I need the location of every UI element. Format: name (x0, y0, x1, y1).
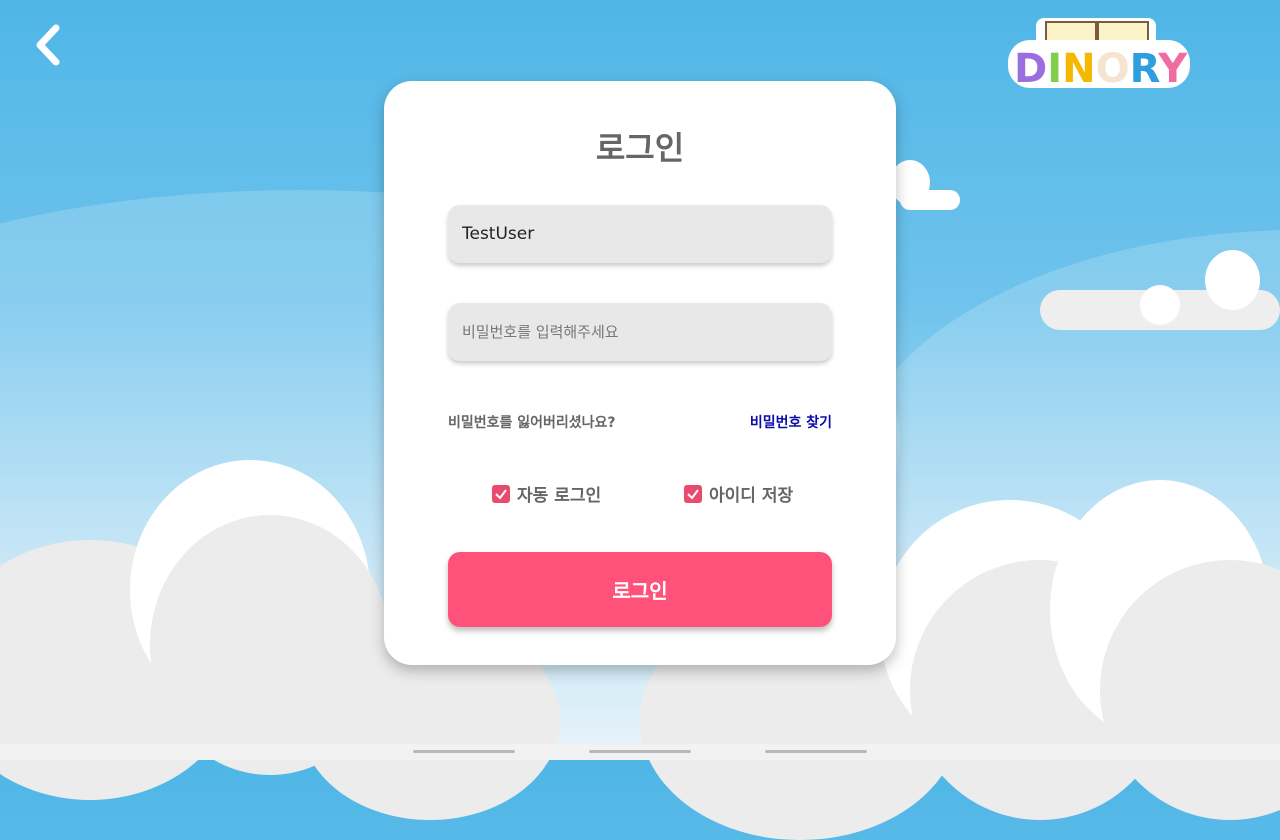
login-card: 로그인 비밀번호를 잃어버리셨나요? 비밀번호 찾기 자동 로그인 아이디 저장… (384, 81, 896, 665)
auto-login-label: 자동 로그인 (517, 486, 602, 506)
nav-handle[interactable] (413, 750, 515, 753)
login-button[interactable]: 로그인 (448, 552, 832, 627)
password-input[interactable] (448, 303, 832, 361)
save-id-label: 아이디 저장 (709, 486, 794, 506)
find-password-link[interactable]: 비밀번호 찾기 (750, 412, 832, 432)
checkbox-checked-icon (684, 484, 702, 503)
nav-handle[interactable] (765, 750, 867, 753)
system-nav-bar (0, 744, 1280, 760)
dinory-logo: DINORY (1006, 14, 1192, 92)
username-input[interactable] (448, 205, 832, 263)
checkbox-checked-icon (492, 484, 510, 503)
svg-text:DINORY: DINORY (1014, 46, 1188, 90)
save-id-checkbox[interactable]: 아이디 저장 (684, 481, 793, 506)
auto-login-checkbox[interactable]: 자동 로그인 (492, 481, 601, 506)
forgot-password-text: 비밀번호를 잃어버리셨나요? (448, 415, 616, 431)
nav-handle[interactable] (589, 750, 691, 753)
back-button[interactable] (30, 22, 70, 68)
page-title: 로그인 (595, 129, 685, 167)
chevron-left-icon (36, 24, 60, 66)
